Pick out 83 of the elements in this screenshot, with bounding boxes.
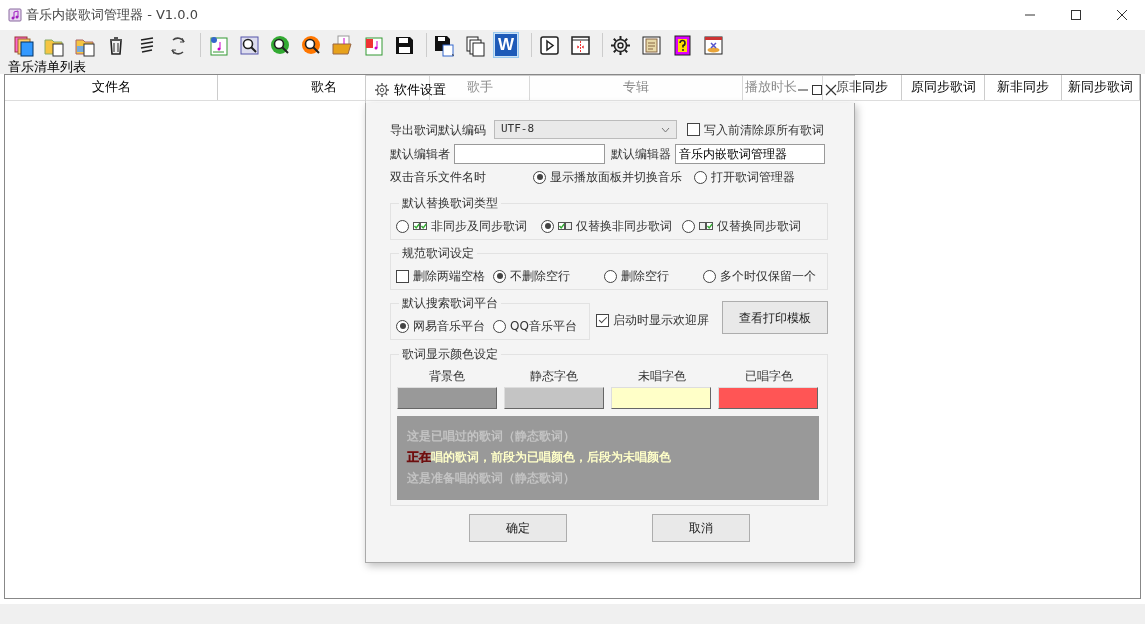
option-label[interactable]: 删除两端空格 [413, 267, 485, 285]
option-label[interactable]: 显示播放面板并切换音乐 [550, 168, 682, 186]
search-icon[interactable] [268, 33, 292, 57]
swatch-label: 静态字色 [529, 368, 580, 385]
radio-button[interactable] [682, 219, 695, 233]
editor-field[interactable] [454, 144, 605, 164]
radio-button[interactable] [703, 269, 716, 283]
list-label: 音乐清单列表 [8, 59, 86, 74]
color-swatch[interactable] [397, 387, 497, 409]
dialog-title: 软件设置 [394, 80, 446, 99]
swatch-label: 已唱字色 [744, 368, 795, 385]
column-header[interactable]: 歌手 [466, 78, 493, 97]
radio-button[interactable] [396, 219, 409, 233]
option-label[interactable]: 非同步及同步歌词 [431, 217, 527, 235]
search-icon[interactable] [237, 33, 261, 57]
radio-button[interactable] [541, 219, 554, 233]
field-label: 双击音乐文件名时 [390, 169, 487, 186]
option-label[interactable]: 打开歌词管理器 [711, 168, 795, 186]
checkbox-pair-icon [558, 221, 572, 231]
field-label: 默认编辑者 [390, 146, 450, 163]
checkbox[interactable] [396, 269, 409, 283]
swatch-label: 背景色 [427, 368, 466, 385]
column-header[interactable]: 歌名 [310, 78, 337, 97]
close-icon[interactable] [825, 83, 837, 96]
checkbox[interactable] [687, 123, 700, 136]
music-folder-icon[interactable] [330, 33, 354, 57]
maximize-icon[interactable] [811, 83, 823, 96]
option-label[interactable]: 不删除空行 [510, 267, 570, 285]
play-icon[interactable] [537, 33, 561, 57]
scroll-icon[interactable] [639, 33, 663, 57]
preview-line: 正在唱的歌词，前段为已唱颜色，后段为未唱颜色 [407, 449, 672, 466]
save-as-icon[interactable] [432, 33, 456, 57]
column-header[interactable]: 专辑 [623, 78, 649, 97]
column-header[interactable]: 新同步歌词 [1068, 78, 1133, 97]
color-swatch[interactable] [504, 387, 604, 409]
radio-button[interactable] [533, 170, 546, 184]
settings-icon[interactable] [608, 33, 632, 57]
radio-button[interactable] [493, 319, 506, 333]
option-label[interactable]: 网易音乐平台 [413, 317, 485, 335]
column-header[interactable]: 原非同步 [836, 78, 888, 97]
search-icon[interactable] [299, 33, 323, 57]
column-header[interactable]: 原同步歌词 [910, 78, 976, 97]
print-template-button[interactable]: 查看打印模板 [722, 301, 828, 334]
column-header[interactable]: 播放时长 [745, 78, 797, 97]
option-label[interactable]: 删除空行 [621, 267, 669, 285]
option-label[interactable]: 仅替换同步歌词 [717, 217, 801, 235]
column-header[interactable]: 文件名 [91, 78, 131, 97]
ok-button[interactable]: 确定 [469, 514, 567, 542]
column-header[interactable]: 新非同步 [997, 78, 1049, 97]
group-title: 默认搜索歌词平台 [399, 295, 501, 311]
field-label: 默认编辑器 [611, 146, 671, 163]
maximize-icon[interactable] [1070, 9, 1082, 21]
checkbox-pair-icon [699, 221, 713, 231]
swatch-label: 未唱字色 [636, 368, 687, 385]
chevron-down-icon [661, 126, 670, 133]
documents-icon[interactable] [11, 33, 35, 57]
option-label[interactable]: 启动时显示欢迎屏 [613, 311, 709, 329]
cancel-button[interactable]: 取消 [652, 514, 750, 542]
app-icon [8, 8, 22, 23]
word-icon[interactable]: W [495, 34, 517, 56]
radio-button[interactable] [396, 319, 409, 333]
copy-icon[interactable] [463, 33, 487, 57]
color-swatch[interactable] [611, 387, 711, 409]
option-label[interactable]: QQ音乐平台 [510, 317, 577, 335]
checkbox-pair-icon [413, 221, 427, 231]
close-icon[interactable] [1116, 9, 1128, 21]
app-window-icon[interactable] [701, 33, 725, 57]
option-label[interactable]: 多个时仅保留一个 [720, 267, 816, 285]
radio-button[interactable] [694, 170, 707, 184]
color-swatch[interactable] [718, 387, 818, 409]
radio-button[interactable] [493, 269, 506, 283]
group-title: 歌词显示颜色设定 [399, 346, 501, 362]
group-title: 规范歌词设定 [399, 245, 477, 261]
group-title: 默认替换歌词类型 [399, 195, 501, 211]
option-label[interactable]: 仅替换非同步歌词 [576, 217, 672, 235]
checkbox[interactable] [596, 313, 609, 327]
radio-button[interactable] [604, 269, 617, 283]
encoding-dropdown[interactable]: UTF-8 [494, 120, 677, 139]
window-title: 音乐内嵌歌词管理器 - V1.0.0 [26, 6, 198, 25]
field-label: 导出歌词默认编码 [390, 121, 486, 139]
settings-icon [374, 81, 390, 98]
option-label[interactable]: 写入前清除原所有歌词 [704, 120, 824, 139]
editor-field[interactable]: 音乐内嵌歌词管理器 [675, 144, 825, 164]
